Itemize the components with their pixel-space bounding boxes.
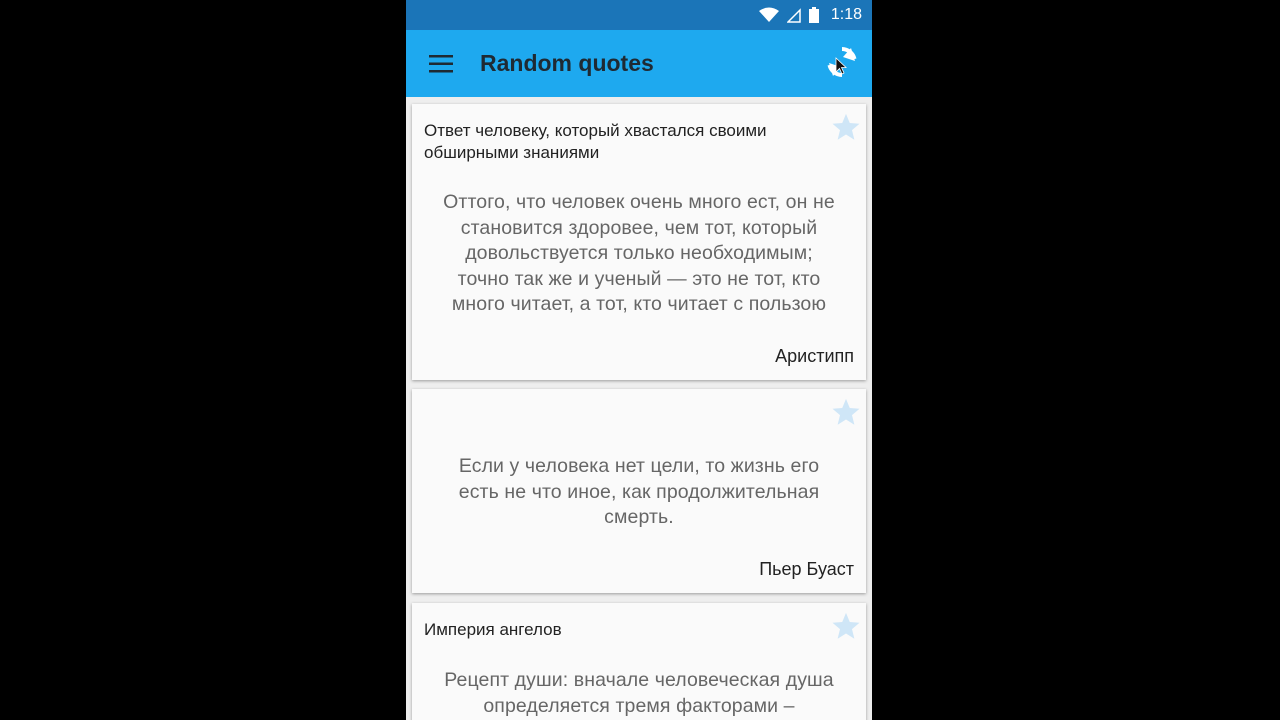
refresh-button[interactable]	[824, 44, 860, 80]
quote-text: Оттого, что человек очень много ест, он …	[424, 190, 854, 318]
quote-card[interactable]: Империя ангелов Рецепт души: вначале чел…	[412, 603, 866, 720]
quote-line: много читает, а тот, кто читает с пользо…	[451, 293, 827, 315]
quote-title: Ответ человеку, который хвастался своими…	[424, 121, 767, 162]
quote-line: Если у человека нет цели, то жизнь его	[458, 455, 820, 477]
quote-card[interactable]: Ответ человеку, который хвастался своими…	[412, 104, 866, 380]
phone-screen: 1:18 Random quotes Ответ человеку, котор…	[406, 0, 872, 720]
quote-title: Империя ангелов	[424, 620, 562, 639]
quote-line: точно так же и ученый — это не тот, кто	[457, 267, 821, 290]
quote-author: Пьер Буаст	[759, 559, 854, 579]
quote-line: определяется тремя факторами –	[483, 694, 795, 717]
quote-author: Аристипп	[775, 346, 854, 366]
quote-line: довольствуется только необходимым;	[465, 242, 813, 264]
favorite-star-icon[interactable]	[831, 112, 861, 142]
refresh-icon	[827, 47, 857, 77]
quote-text: Рецепт души: вначале человеческая душа о…	[424, 668, 854, 719]
quote-line: Рецепт души: вначале человеческая душа	[444, 669, 834, 691]
status-time: 1:18	[830, 6, 862, 23]
wifi-icon	[758, 7, 779, 22]
quote-line: становится здоровее, чем тот, который	[460, 216, 818, 239]
quote-card[interactable]: Если у человека нет цели, то жизнь его е…	[412, 389, 866, 593]
quote-line: смерть.	[604, 506, 674, 528]
battery-icon	[808, 7, 819, 23]
page-title: Random quotes	[480, 50, 654, 76]
favorite-star-icon[interactable]	[831, 611, 861, 641]
quote-line: Оттого, что человек очень много ест, он …	[443, 191, 835, 213]
quote-line: есть не что иное, как продолжительная	[458, 480, 820, 503]
app-bar: Random quotes	[406, 30, 872, 97]
signal-icon	[786, 8, 801, 23]
quote-text: Если у человека нет цели, то жизнь его е…	[424, 454, 854, 531]
status-bar: 1:18	[406, 0, 872, 30]
menu-button[interactable]	[426, 49, 456, 79]
hamburger-menu-icon	[429, 54, 453, 72]
favorite-star-icon[interactable]	[831, 397, 861, 427]
